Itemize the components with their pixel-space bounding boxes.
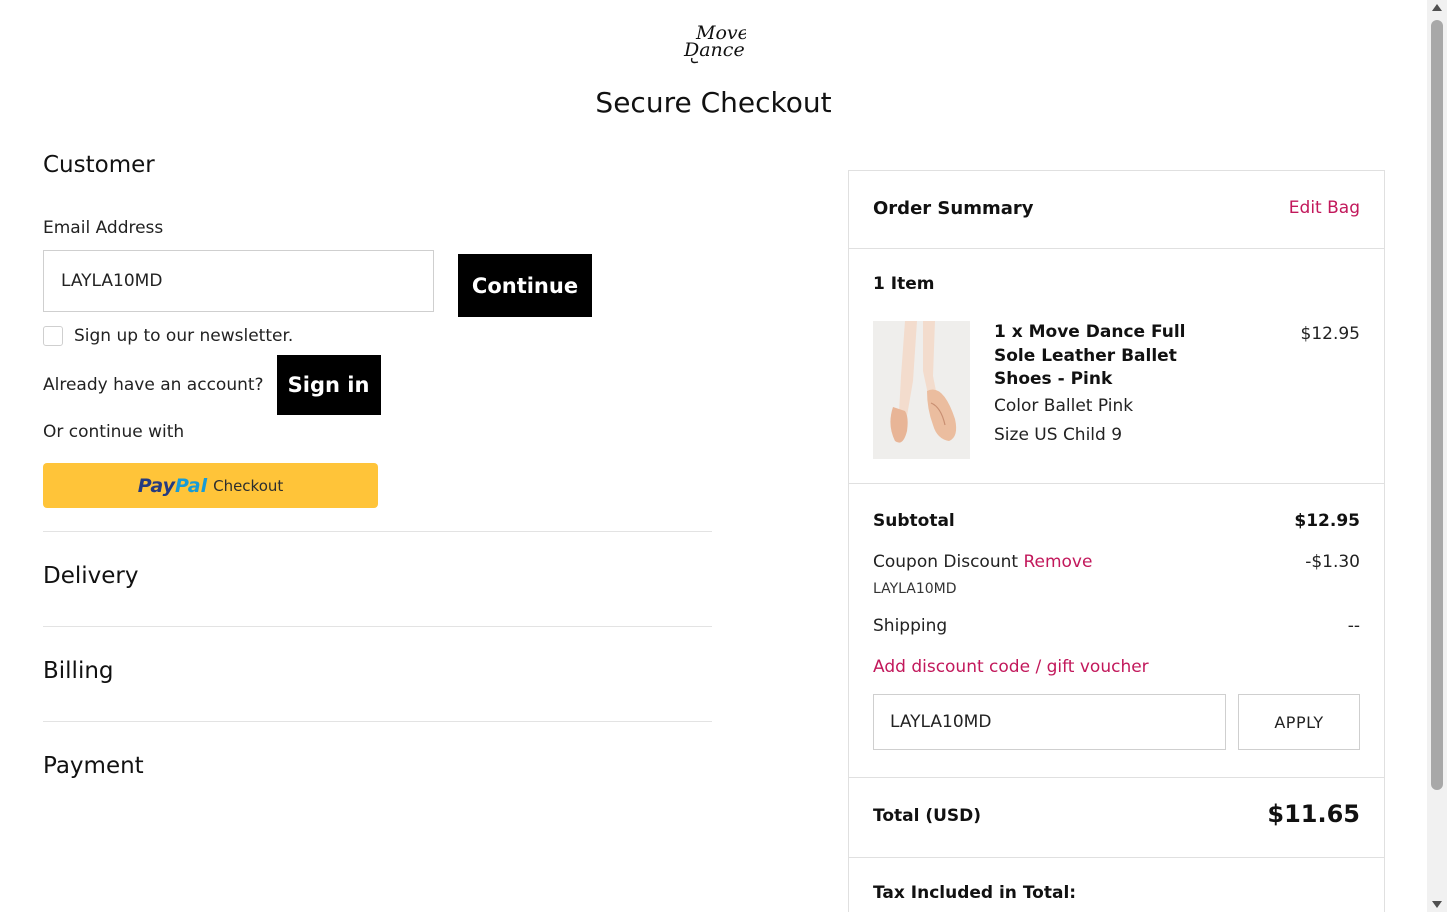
account-prompt: Already have an account? xyxy=(43,375,264,395)
newsletter-checkbox[interactable] xyxy=(43,326,63,346)
or-continue-text: Or continue with xyxy=(43,422,185,442)
paypal-logo: PayPal xyxy=(138,475,207,497)
item-name[interactable]: 1 x Move Dance Full Sole Leather Ballet … xyxy=(994,321,1219,392)
email-field[interactable] xyxy=(43,250,434,312)
delivery-heading[interactable]: Delivery xyxy=(43,563,138,589)
coupon-label: Coupon Discount xyxy=(873,552,1019,572)
apply-button[interactable]: APPLY xyxy=(1238,694,1360,750)
item-size: Size US Child 9 xyxy=(994,425,1123,445)
move-dance-logo[interactable]: Move Dance xyxy=(680,18,749,66)
edit-bag-link[interactable]: Edit Bag xyxy=(1289,198,1360,218)
paypal-logo-pal: Pal xyxy=(175,474,208,497)
divider xyxy=(43,531,712,532)
tax-label: Tax Included in Total: xyxy=(873,883,1077,903)
shipping-label: Shipping xyxy=(873,616,948,636)
coupon-value: -$1.30 xyxy=(1305,552,1360,572)
coupon-row: Coupon Discount Remove xyxy=(873,552,1092,572)
add-discount-link[interactable]: Add discount code / gift voucher xyxy=(873,657,1149,677)
order-total: Total (USD) $11.65 xyxy=(849,778,1384,858)
paypal-checkout-label: Checkout xyxy=(213,476,284,495)
billing-heading[interactable]: Billing xyxy=(43,658,114,684)
item-price: $12.95 xyxy=(1300,324,1360,344)
page-scrollbar[interactable] xyxy=(1427,0,1447,912)
order-summary-header: Order Summary Edit Bag xyxy=(849,171,1384,249)
divider xyxy=(43,721,712,722)
remove-coupon-link[interactable]: Remove xyxy=(1023,552,1092,572)
total-label: Total (USD) xyxy=(873,806,982,826)
order-items: 1 Item 1 x Move Dance Full Sole Leather … xyxy=(849,249,1384,484)
order-summary-title: Order Summary xyxy=(873,198,1034,219)
order-summary-panel: Order Summary Edit Bag 1 Item 1 x Move D… xyxy=(848,170,1385,912)
scroll-down-icon[interactable] xyxy=(1432,901,1442,908)
scroll-up-icon[interactable] xyxy=(1432,4,1442,11)
sign-in-button[interactable]: Sign in xyxy=(276,355,381,415)
email-label: Email Address xyxy=(43,218,164,238)
discount-code-input[interactable] xyxy=(873,694,1226,750)
item-color: Color Ballet Pink xyxy=(994,396,1134,416)
continue-button[interactable]: Continue xyxy=(458,254,592,317)
order-totals: Subtotal $12.95 Coupon Discount Remove -… xyxy=(849,484,1384,778)
subtotal-value: $12.95 xyxy=(1294,511,1360,531)
paypal-checkout-button[interactable]: PayPal Checkout xyxy=(43,463,378,508)
subtotal-label: Subtotal xyxy=(873,511,955,531)
ballet-shoes-image xyxy=(873,321,970,459)
scrollbar-thumb[interactable] xyxy=(1431,20,1443,790)
paypal-logo-pay: Pay xyxy=(137,474,176,497)
customer-heading: Customer xyxy=(43,152,155,178)
logo-text-bottom: Dance xyxy=(683,39,745,61)
newsletter-option: Sign up to our newsletter. xyxy=(43,326,293,346)
coupon-code: LAYLA10MD xyxy=(873,581,957,597)
newsletter-label: Sign up to our newsletter. xyxy=(74,326,294,346)
total-value: $11.65 xyxy=(1267,800,1360,828)
item-count: 1 Item xyxy=(873,274,935,294)
account-row: Already have an account? Sign in xyxy=(43,355,381,415)
page-title: Secure Checkout xyxy=(595,86,832,119)
shipping-value: -- xyxy=(1347,616,1360,636)
divider xyxy=(43,626,712,627)
payment-heading[interactable]: Payment xyxy=(43,753,144,779)
